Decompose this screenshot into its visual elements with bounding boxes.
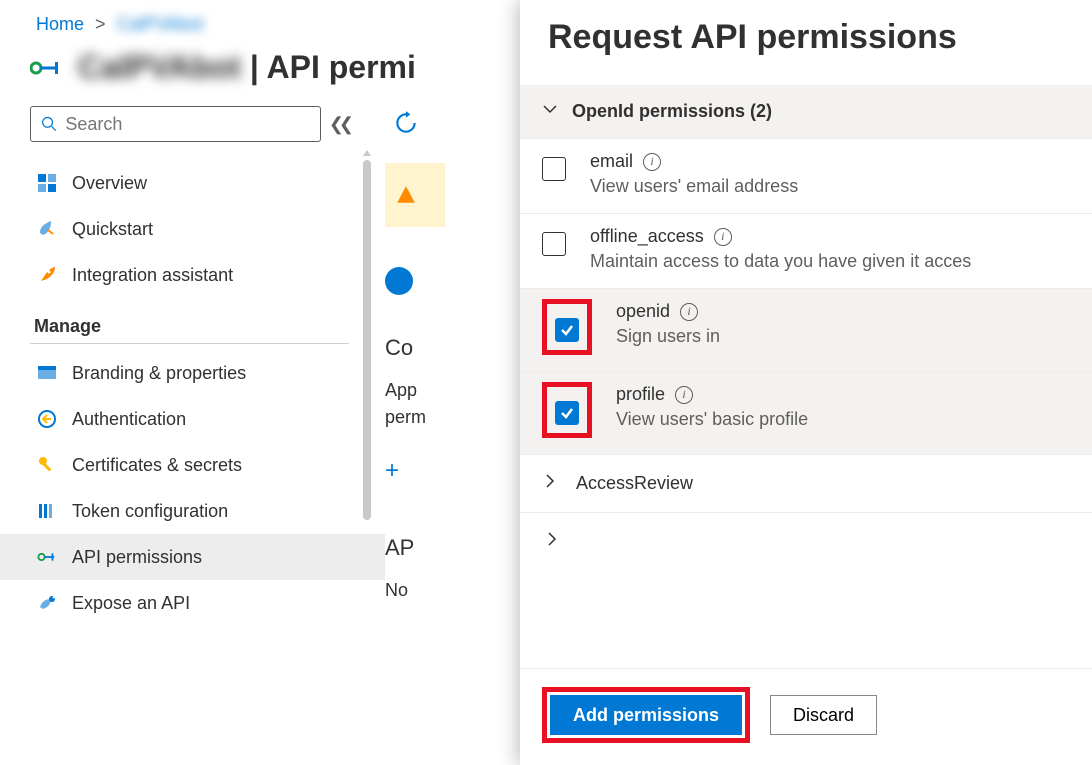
perm-name: profile <box>616 384 665 405</box>
info-banner <box>385 267 445 295</box>
discard-button[interactable]: Discard <box>770 695 877 735</box>
warning-banner <box>385 163 445 227</box>
add-permissions-button[interactable]: Add permissions <box>550 695 742 735</box>
checkbox-email[interactable] <box>542 157 566 181</box>
info-icon[interactable]: i <box>643 153 661 171</box>
checkbox-profile[interactable] <box>555 401 579 425</box>
nav-token-configuration[interactable]: Token configuration <box>30 488 349 534</box>
nav-integration-assistant[interactable]: Integration assistant <box>30 252 349 298</box>
perm-desc: Sign users in <box>616 326 1070 347</box>
page-title: CalPVAbot | API permi <box>78 49 416 86</box>
perm-name: openid <box>616 301 670 322</box>
info-icon <box>385 267 413 295</box>
search-icon <box>41 115 57 133</box>
api-permissions-icon <box>36 546 58 568</box>
nav-overview[interactable]: Overview <box>30 160 349 206</box>
section-manage-label: Manage <box>34 316 349 337</box>
branding-icon <box>36 362 58 384</box>
nav-label: Token configuration <box>72 501 228 522</box>
perm-name: offline_access <box>590 226 704 247</box>
checkbox-openid[interactable] <box>555 318 579 342</box>
divider <box>30 343 349 344</box>
highlight-box <box>542 299 592 355</box>
other-section-heading: AP <box>385 535 445 561</box>
checkbox-offline-access[interactable] <box>542 232 566 256</box>
breadcrumb-home[interactable]: Home <box>36 14 84 34</box>
info-icon[interactable]: i <box>675 386 693 404</box>
group-label: OpenId permissions (2) <box>572 101 772 122</box>
nav-label: Certificates & secrets <box>72 455 242 476</box>
chevron-down-icon <box>542 101 558 122</box>
collapse-sidebar-button[interactable]: ❮❮ <box>329 114 349 135</box>
highlight-box: Add permissions <box>542 687 750 743</box>
permission-row-email[interactable]: emaili View users' email address <box>520 138 1092 213</box>
expose-api-icon <box>36 592 58 614</box>
nav-label: Quickstart <box>72 219 153 240</box>
app-registration-icon <box>30 51 64 85</box>
perm-name: email <box>590 151 633 172</box>
nav-label: Integration assistant <box>72 265 233 286</box>
nav-label: Overview <box>72 173 147 194</box>
perm-desc: Maintain access to data you have given i… <box>590 251 1070 272</box>
perm-desc: View users' basic profile <box>616 409 1070 430</box>
perm-desc: View users' email address <box>590 176 1070 197</box>
nav-label: Expose an API <box>72 593 190 614</box>
quickstart-icon <box>36 218 58 240</box>
nav-expose-api[interactable]: Expose an API <box>30 580 349 626</box>
panel-title: Request API permissions <box>520 0 1092 85</box>
breadcrumb-separator: > <box>95 14 106 34</box>
authentication-icon <box>36 408 58 430</box>
nav-api-permissions[interactable]: API permissions <box>0 534 385 580</box>
info-icon[interactable]: i <box>680 303 698 321</box>
nav-authentication[interactable]: Authentication <box>30 396 349 442</box>
info-icon[interactable]: i <box>714 228 732 246</box>
nav-certificates[interactable]: Certificates & secrets <box>30 442 349 488</box>
overview-icon <box>36 172 58 194</box>
request-api-permissions-panel: Request API permissions OpenId permissio… <box>520 0 1092 765</box>
permission-row-profile[interactable]: profile i View users' basic profile <box>520 371 1092 454</box>
group-label: AccessReview <box>576 473 693 494</box>
configured-permissions-text: Appperm <box>385 377 445 431</box>
search-input[interactable] <box>65 114 309 135</box>
refresh-icon[interactable] <box>393 123 419 139</box>
add-permission-link[interactable]: + <box>385 457 445 485</box>
configured-permissions-heading: Co <box>385 335 445 361</box>
chevron-right-icon <box>544 531 560 552</box>
rocket-icon <box>36 264 58 286</box>
nav-quickstart[interactable]: Quickstart <box>30 206 349 252</box>
nav-branding[interactable]: Branding & properties <box>30 350 349 396</box>
highlight-box <box>542 382 592 438</box>
other-section-text: No <box>385 577 445 604</box>
permission-row-offline-access[interactable]: offline_access i Maintain access to data … <box>520 213 1092 288</box>
plus-icon: + <box>385 457 399 485</box>
nav-label: Branding & properties <box>72 363 246 384</box>
permission-row-openid[interactable]: openidi Sign users in <box>520 288 1092 371</box>
breadcrumb-app[interactable]: CalPVAbot <box>117 14 204 34</box>
nav-label: Authentication <box>72 409 186 430</box>
search-input-wrapper[interactable] <box>30 106 321 142</box>
chevron-right-icon <box>542 473 558 494</box>
openid-permissions-group-header[interactable]: OpenId permissions (2) <box>520 85 1092 138</box>
nav-label: API permissions <box>72 547 202 568</box>
warning-icon <box>395 184 417 206</box>
group-collapsed-more[interactable] <box>520 512 1092 556</box>
token-icon <box>36 500 58 522</box>
group-accessreview[interactable]: AccessReview <box>520 454 1092 512</box>
key-icon <box>36 454 58 476</box>
